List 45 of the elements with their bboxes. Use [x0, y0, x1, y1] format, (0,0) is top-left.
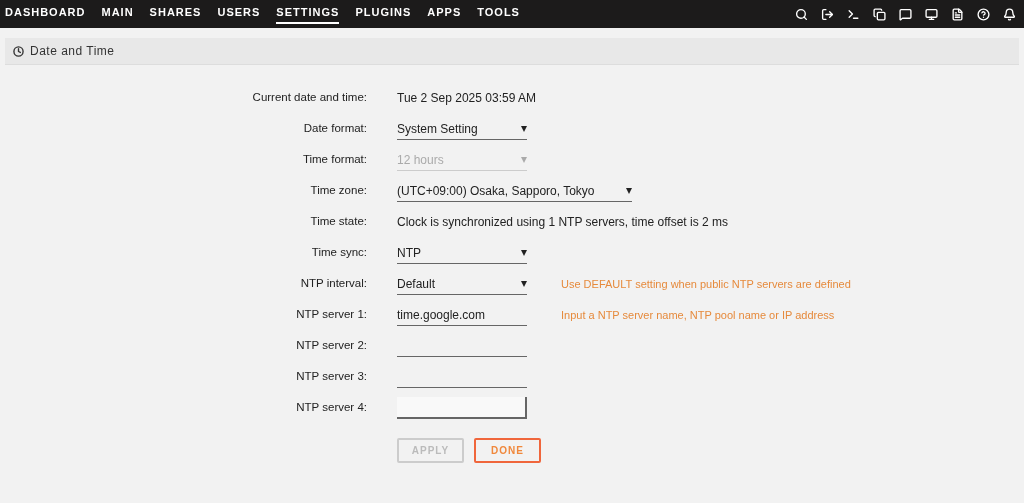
document-icon[interactable]: [951, 7, 964, 21]
field-label: NTP server 2:: [296, 338, 367, 354]
field-label: NTP server 4:: [296, 400, 367, 416]
message-icon[interactable]: [899, 7, 912, 21]
field-value: Tue 2 Sep 2025 03:59 AM: [397, 90, 536, 107]
field-label: NTP interval:: [300, 276, 367, 292]
nav-tab[interactable]: USERS: [217, 4, 261, 24]
search-icon[interactable]: [795, 7, 808, 21]
field-label: NTP server 1:: [296, 307, 367, 323]
field-label: Date format:: [303, 121, 367, 137]
nav-tab[interactable]: TOOLS: [477, 4, 520, 24]
dropdown[interactable]: NTP: [397, 242, 527, 264]
caret-icon: [521, 280, 527, 287]
monitor-icon[interactable]: [925, 7, 938, 21]
input-field[interactable]: [397, 397, 527, 419]
field-label: Time zone:: [310, 183, 367, 199]
caret-icon: [626, 187, 632, 194]
caret-icon: [521, 156, 527, 163]
nav-tab[interactable]: SETTINGS: [276, 4, 340, 24]
nav-tab[interactable]: MAIN: [101, 4, 134, 24]
nav-tab[interactable]: PLUGINS: [355, 4, 412, 24]
dropdown[interactable]: System Setting: [397, 118, 527, 140]
dropdown[interactable]: (UTC+09:00) Osaka, Sapporo, Tokyo: [397, 180, 632, 202]
field-label: Time sync:: [311, 245, 367, 261]
nav-tab[interactable]: SHARES: [149, 4, 202, 24]
nav-tab[interactable]: DASHBOARD: [5, 4, 86, 24]
panel-title: Date and Time: [30, 43, 115, 60]
hint-text: Use DEFAULT setting when public NTP servers are defined: [561, 276, 851, 292]
hint-text: Input a NTP server name, NTP pool name or IP address: [561, 307, 835, 323]
caret-icon: [521, 249, 527, 256]
field-label: Current date and time:: [252, 90, 367, 106]
input-field[interactable]: time.google.com: [397, 304, 527, 326]
caret-icon: [521, 125, 527, 132]
clock-icon: [13, 45, 24, 57]
field-label: Time format:: [302, 152, 367, 168]
terminal-icon[interactable]: [847, 7, 860, 21]
dropdown[interactable]: Default: [397, 273, 527, 295]
field-label: Time state:: [310, 214, 367, 230]
logout-icon[interactable]: [821, 7, 834, 21]
windows-icon[interactable]: [873, 7, 886, 21]
bell-icon[interactable]: [1003, 7, 1016, 21]
nav-tab[interactable]: APPS: [427, 4, 462, 24]
field-label: NTP server 3:: [296, 369, 367, 385]
help-icon[interactable]: [977, 7, 990, 21]
field-value: Clock is synchronized using 1 NTP servers, time offset is 2 ms: [397, 214, 728, 231]
